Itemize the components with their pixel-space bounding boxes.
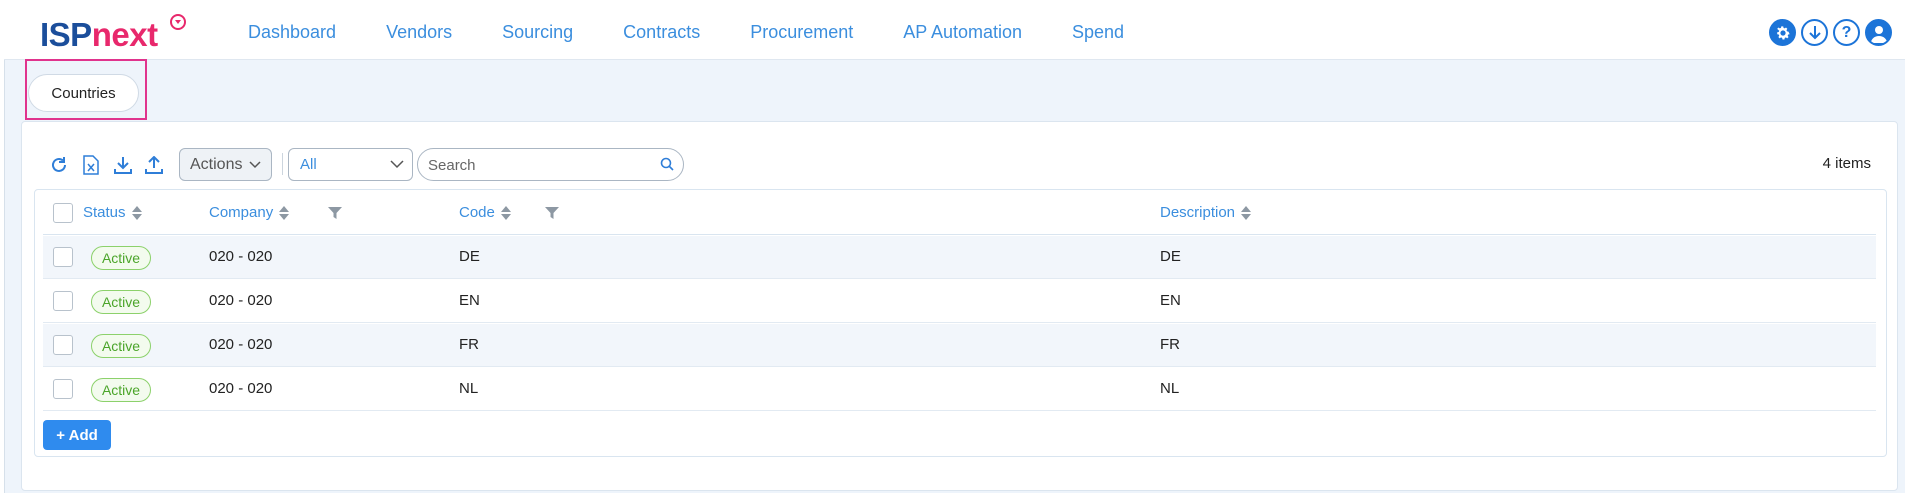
row-checkbox[interactable]	[53, 335, 73, 355]
nav-item-dashboard[interactable]: Dashboard	[248, 22, 336, 43]
column-header-code-label: Code	[459, 204, 495, 221]
refresh-icon[interactable]	[49, 155, 69, 175]
upload-icon[interactable]	[144, 155, 164, 175]
column-header-status[interactable]: Status	[83, 204, 142, 221]
column-header-status-label: Status	[83, 204, 126, 221]
cell-description: EN	[1160, 292, 1181, 309]
row-checkbox[interactable]	[53, 291, 73, 311]
cell-code: EN	[459, 292, 480, 309]
nav-item-sourcing[interactable]: Sourcing	[502, 22, 573, 43]
app-logo[interactable]: ISPnext	[40, 16, 158, 56]
chevron-down-icon	[390, 160, 404, 169]
nav-item-ap-automation[interactable]: AP Automation	[903, 22, 1022, 43]
column-header-description-label: Description	[1160, 204, 1236, 221]
main-nav: Dashboard Vendors Sourcing Contracts Pro…	[248, 4, 1174, 60]
help-glyph: ?	[1841, 23, 1852, 41]
column-header-description[interactable]: Description	[1160, 204, 1252, 221]
cell-description: DE	[1160, 248, 1181, 265]
cell-description: NL	[1160, 380, 1180, 397]
table-row[interactable]: Active 020 - 020 FR FR	[43, 324, 1876, 367]
top-navigation-bar: ISPnext Dashboard Vendors Sourcing Contr…	[4, 4, 1905, 60]
add-button[interactable]: + Add	[43, 420, 111, 450]
table-header: Status Company Code Description	[43, 191, 1876, 235]
search-icon[interactable]	[660, 157, 674, 171]
status-badge: Active	[91, 378, 151, 402]
user-icon[interactable]	[1865, 19, 1892, 46]
logo-badge-icon	[170, 14, 186, 30]
select-all-checkbox[interactable]	[53, 203, 73, 223]
actions-dropdown[interactable]: Actions	[179, 148, 272, 181]
gear-icon[interactable]	[1769, 19, 1796, 46]
logo-text-next: next	[91, 16, 158, 53]
sort-icon[interactable]	[279, 205, 290, 220]
status-badge: Active	[91, 290, 151, 314]
chevron-down-icon	[249, 161, 261, 169]
cell-description: FR	[1160, 336, 1180, 353]
column-header-company[interactable]: Company	[209, 204, 290, 221]
sort-icon[interactable]	[131, 205, 142, 220]
table-row[interactable]: Active 020 - 020 DE DE	[43, 236, 1876, 279]
cell-company: 020 - 020	[209, 380, 273, 397]
nav-item-procurement[interactable]: Procurement	[750, 22, 853, 43]
filter-select[interactable]: All	[288, 148, 413, 181]
logo-text-isp: ISP	[40, 16, 92, 53]
search-input[interactable]	[428, 155, 648, 175]
status-badge: Active	[91, 334, 151, 358]
main-panel: Actions All 4 items Status Company	[21, 121, 1898, 491]
status-badge: Active	[91, 246, 151, 270]
column-header-company-label: Company	[209, 204, 274, 221]
cell-code: NL	[459, 380, 479, 397]
download-icon[interactable]	[113, 155, 133, 175]
cell-code: DE	[459, 248, 480, 265]
excel-export-icon[interactable]	[81, 155, 101, 175]
search-box	[417, 148, 684, 181]
filter-icon[interactable]	[545, 207, 559, 219]
actions-label: Actions	[190, 155, 243, 173]
grid-toolbar: Actions All 4 items	[22, 147, 1897, 183]
data-grid: Status Company Code Description Active 0…	[34, 189, 1887, 457]
filter-select-value: All	[300, 156, 317, 173]
column-header-code[interactable]: Code	[459, 204, 511, 221]
nav-item-contracts[interactable]: Contracts	[623, 22, 700, 43]
table-row[interactable]: Active 020 - 020 EN EN	[43, 280, 1876, 323]
download-icon[interactable]	[1801, 19, 1828, 46]
cell-code: FR	[459, 336, 479, 353]
row-checkbox[interactable]	[53, 247, 73, 267]
toolbar-divider	[282, 153, 283, 175]
row-checkbox[interactable]	[53, 379, 73, 399]
sort-icon[interactable]	[500, 205, 511, 220]
nav-icon-group: ?	[1764, 19, 1892, 46]
help-icon[interactable]: ?	[1833, 19, 1860, 46]
item-count: 4 items	[1822, 155, 1871, 172]
nav-item-spend[interactable]: Spend	[1072, 22, 1124, 43]
cell-company: 020 - 020	[209, 336, 273, 353]
table-row[interactable]: Active 020 - 020 NL NL	[43, 368, 1876, 411]
cell-company: 020 - 020	[209, 248, 273, 265]
tab-countries[interactable]: Countries	[28, 74, 139, 112]
filter-icon[interactable]	[328, 207, 342, 219]
sort-icon[interactable]	[1241, 205, 1252, 220]
cell-company: 020 - 020	[209, 292, 273, 309]
nav-item-vendors[interactable]: Vendors	[386, 22, 452, 43]
